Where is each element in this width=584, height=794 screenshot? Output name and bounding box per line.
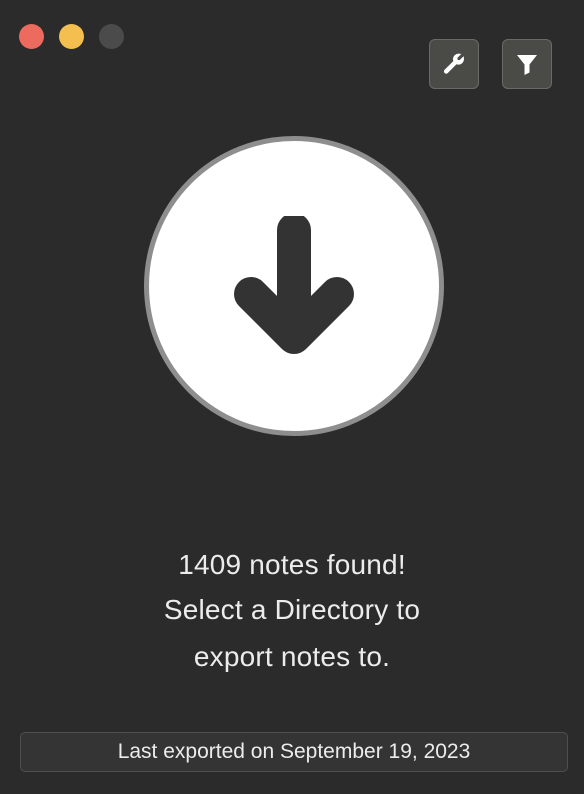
app-window: 1409 notes found! Select a Directory to … xyxy=(0,0,584,794)
settings-button[interactable] xyxy=(429,39,479,89)
wrench-icon xyxy=(441,51,467,77)
filter-icon xyxy=(514,51,540,77)
zoom-window-button[interactable] xyxy=(99,24,124,49)
minimize-window-button[interactable] xyxy=(59,24,84,49)
select-directory-button[interactable] xyxy=(144,136,444,436)
arrow-down-icon xyxy=(224,216,364,356)
close-window-button[interactable] xyxy=(19,24,44,49)
last-exported-text: Last exported on September 19, 2023 xyxy=(117,740,471,763)
instruction-text-line-1: Select a Directory to xyxy=(163,594,421,625)
filter-button[interactable] xyxy=(502,39,552,89)
last-exported-status: Last exported on September 19, 2023 xyxy=(20,732,568,772)
instruction-text-line-2: export notes to. xyxy=(193,641,391,672)
notes-found-text: 1409 notes found! xyxy=(178,549,406,580)
